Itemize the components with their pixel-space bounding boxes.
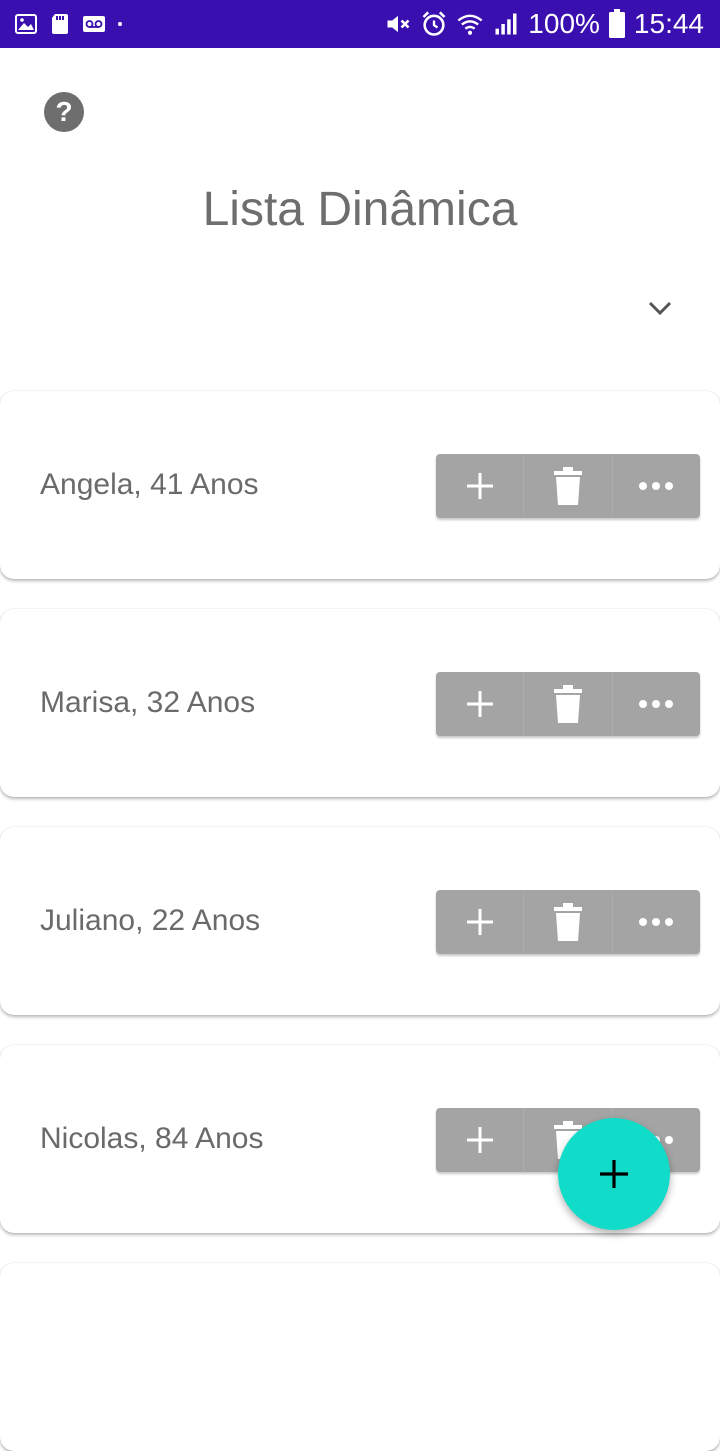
page-title: Lista Dinâmica (202, 183, 518, 236)
list-item-label: Angela, 41 Anos (40, 468, 259, 501)
add-button[interactable] (436, 890, 525, 954)
list-item: Juliano, 22 Anos (0, 827, 720, 1015)
status-right-icons: 100% 15:44 (384, 0, 704, 48)
image-icon (15, 14, 37, 34)
delete-button[interactable] (524, 890, 613, 954)
dot-icon (118, 22, 122, 26)
trash-icon (553, 903, 582, 941)
action-bar (436, 454, 700, 518)
alarm-icon (422, 11, 446, 36)
battery-percent: 100% (528, 8, 600, 39)
trash-icon (553, 467, 582, 505)
more-button[interactable] (613, 672, 700, 736)
list-item-label: Juliano, 22 Anos (40, 904, 261, 937)
add-button[interactable] (436, 454, 525, 518)
list-item-label: Nicolas, 84 Anos (40, 1122, 264, 1155)
wifi-icon (457, 14, 483, 35)
delete-button[interactable] (524, 672, 613, 736)
more-horizontal-icon (639, 700, 674, 708)
list-item: Angela, 41 Anos (0, 391, 720, 579)
trash-icon (553, 685, 582, 723)
more-button[interactable] (613, 890, 700, 954)
signal-icon (495, 13, 517, 35)
battery-icon (608, 9, 625, 38)
more-horizontal-icon (639, 482, 674, 490)
svg-text:?: ? (55, 96, 72, 127)
chevron-down-icon[interactable] (644, 292, 676, 324)
status-bar: 100% 15:44 (0, 0, 720, 48)
plus-icon (600, 1160, 628, 1188)
add-item-fab[interactable] (558, 1118, 670, 1230)
plus-icon (466, 1127, 493, 1153)
plus-icon (466, 909, 493, 935)
help-circle-icon[interactable]: ? (42, 90, 86, 134)
clock: 15:44 (633, 8, 704, 39)
list-item-partial (0, 1263, 720, 1451)
plus-icon (466, 473, 493, 499)
action-bar (436, 672, 700, 736)
mute-icon (387, 15, 410, 33)
add-button[interactable] (436, 1108, 525, 1172)
action-bar (436, 890, 700, 954)
plus-icon (466, 691, 493, 717)
more-horizontal-icon (639, 918, 674, 926)
more-button[interactable] (613, 454, 700, 518)
list-item-label: Marisa, 32 Anos (40, 686, 256, 719)
voicemail-icon (83, 16, 105, 32)
status-left-icons (14, 12, 124, 36)
list-item: Marisa, 32 Anos (0, 609, 720, 797)
delete-button[interactable] (524, 454, 613, 518)
sd-card-icon (52, 14, 68, 34)
add-button[interactable] (436, 672, 525, 736)
